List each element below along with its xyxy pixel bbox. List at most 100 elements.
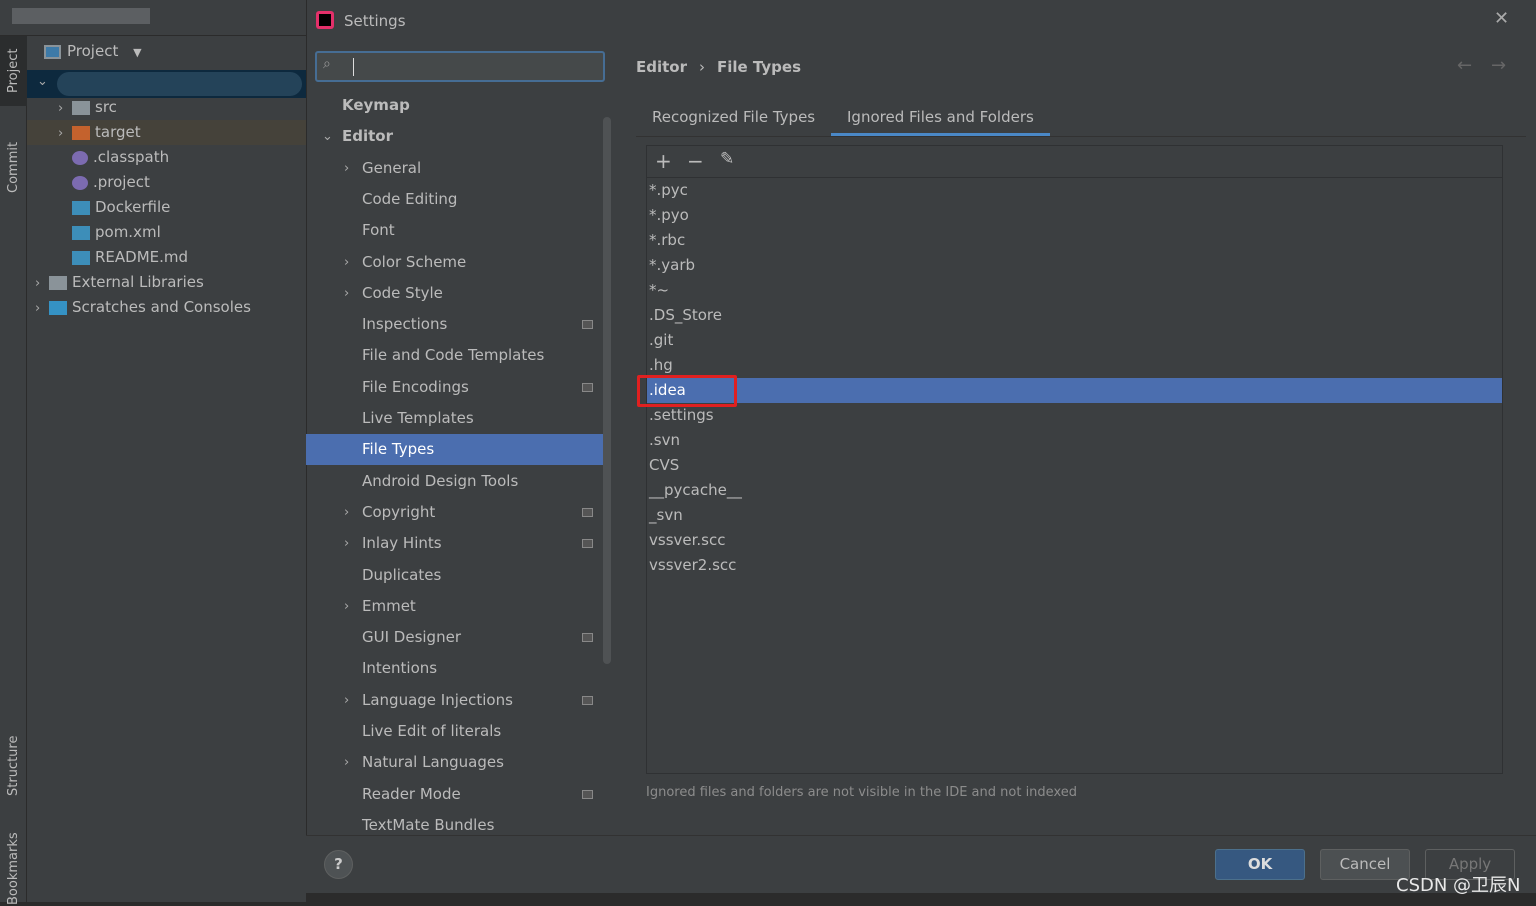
chevron-right-icon: › <box>344 536 350 552</box>
nav-item[interactable]: Duplicates <box>306 560 604 591</box>
list-item[interactable]: *.rbc <box>647 228 1502 253</box>
nav-item-label: Inspections <box>362 315 448 334</box>
nav-item[interactable]: › Language Injections <box>306 685 604 716</box>
list-item[interactable]: *.pyo <box>647 203 1502 228</box>
nav-item[interactable]: Code Editing <box>306 184 604 215</box>
add-icon[interactable]: + <box>655 149 672 173</box>
list-item[interactable]: .settings <box>647 403 1502 428</box>
nav-item-label: TextMate Bundles <box>362 815 495 834</box>
nav-item-label: Android Design Tools <box>362 471 519 490</box>
dropdown-arrow-icon: ▼ <box>133 46 142 59</box>
nav-item[interactable]: Intentions <box>306 653 604 684</box>
tool-tab-structure[interactable]: Structure <box>0 726 27 806</box>
tool-tab-bookmarks[interactable]: Bookmarks <box>0 831 27 906</box>
blurred-project-name <box>57 72 302 96</box>
nav-item-label: Copyright <box>362 502 436 521</box>
remove-icon[interactable]: − <box>687 149 704 173</box>
back-arrow-icon[interactable]: ← <box>1457 55 1472 76</box>
list-item[interactable]: _svn <box>647 503 1502 528</box>
chevron-right-icon: › <box>344 755 350 771</box>
nav-item[interactable]: Live Edit of literals <box>306 716 604 747</box>
list-item[interactable]: .git <box>647 328 1502 353</box>
tree-item[interactable]: .project <box>58 170 150 195</box>
tab-recognized-file-types[interactable]: Recognized File Types <box>636 98 831 136</box>
nav-item[interactable]: File Types <box>306 434 604 466</box>
tree-item[interactable]: .classpath <box>58 145 169 170</box>
nav-item[interactable]: › Natural Languages <box>306 747 604 778</box>
nav-item[interactable]: ⌄ Editor <box>306 121 604 152</box>
close-icon[interactable]: ✕ <box>1494 8 1509 29</box>
project-level-icon <box>582 539 593 549</box>
list-item[interactable]: .idea <box>647 378 1502 403</box>
tree-item[interactable]: › target <box>27 120 306 145</box>
forward-arrow-icon[interactable]: → <box>1491 55 1506 76</box>
project-icon <box>44 44 61 59</box>
nav-item-label: Emmet <box>362 596 416 615</box>
nav-item[interactable]: File and Code Templates <box>306 340 604 371</box>
tree-item[interactable]: Dockerfile <box>58 195 170 220</box>
nav-item-label: Live Edit of literals <box>362 722 502 740</box>
nav-item[interactable]: Android Design Tools <box>306 466 604 497</box>
list-item[interactable]: vssver.scc <box>647 528 1502 553</box>
list-item[interactable]: *~ <box>647 278 1502 303</box>
settings-search-input[interactable]: ⌕ <box>315 51 605 82</box>
breadcrumb: Editor › File Types <box>636 58 801 76</box>
project-root-row[interactable]: ⌄ <box>27 70 306 98</box>
intellij-logo-icon <box>316 11 334 29</box>
chevron-right-icon: › <box>344 285 350 301</box>
nav-item[interactable]: Live Templates <box>306 403 604 434</box>
nav-item[interactable]: GUI Designer <box>306 622 604 653</box>
nav-item[interactable]: › Emmet <box>306 591 604 622</box>
chevron-right-icon: › <box>344 504 350 520</box>
list-item[interactable]: .hg <box>647 353 1502 378</box>
nav-item-label: Color Scheme <box>362 252 467 271</box>
tree-item[interactable]: › External Libraries <box>35 270 204 295</box>
tree-item[interactable]: › src <box>58 95 117 120</box>
nav-item[interactable]: › Color Scheme <box>306 247 604 278</box>
project-view-selector[interactable]: Project ▼ <box>44 42 142 60</box>
project-header-label: Project <box>67 42 119 60</box>
tab-ignored-files-and-folders[interactable]: Ignored Files and Folders <box>831 98 1050 136</box>
chevron-right-icon: › <box>58 126 64 141</box>
nav-scrollbar[interactable] <box>603 117 611 664</box>
tree-item[interactable]: pom.xml <box>58 220 161 245</box>
list-item[interactable]: CVS <box>647 453 1502 478</box>
list-item[interactable]: .svn <box>647 428 1502 453</box>
nav-item[interactable]: TextMate Bundles <box>306 810 604 835</box>
tool-tab-commit[interactable]: Commit <box>0 132 27 202</box>
eclipse-icon <box>72 150 88 165</box>
nav-item[interactable]: › Copyright <box>306 497 604 528</box>
tool-tab-project[interactable]: Project <box>0 36 27 106</box>
tree-item-label: Dockerfile <box>95 198 171 216</box>
ok-button[interactable]: OK <box>1215 849 1305 880</box>
nav-item[interactable]: Reader Mode <box>306 779 604 810</box>
breadcrumb-editor[interactable]: Editor <box>636 58 687 76</box>
search-icon: ⌕ <box>323 56 331 72</box>
nav-item-label: Code Editing <box>362 189 458 208</box>
nav-item[interactable]: Keymap <box>306 90 604 121</box>
tree-item[interactable]: › Scratches and Consoles <box>35 295 251 320</box>
nav-item[interactable]: › Code Style <box>306 278 604 309</box>
libraries-icon <box>49 275 67 290</box>
nav-item[interactable]: File Encodings <box>306 372 604 403</box>
list-item[interactable]: .DS_Store <box>647 303 1502 328</box>
text-cursor <box>353 58 354 76</box>
nav-item[interactable]: Font <box>306 215 604 246</box>
highlight-annotation <box>637 375 737 407</box>
watermark: CSDN @卫辰N <box>1396 875 1521 896</box>
dialog-title: Settings <box>344 12 406 30</box>
edit-icon[interactable]: ✎ <box>720 149 734 169</box>
nav-item[interactable]: Inspections <box>306 309 604 340</box>
nav-item[interactable]: › General <box>306 153 604 184</box>
project-level-icon <box>582 633 593 643</box>
nav-item[interactable]: › Inlay Hints <box>306 528 604 559</box>
tree-item[interactable]: README.md <box>58 245 188 270</box>
list-item[interactable]: vssver2.scc <box>647 553 1502 578</box>
list-item[interactable]: *.pyc <box>647 178 1502 203</box>
list-item[interactable]: *.yarb <box>647 253 1502 278</box>
eclipse-icon <box>72 175 88 190</box>
chevron-down-icon: ⌄ <box>322 129 333 145</box>
help-button[interactable]: ? <box>324 850 353 879</box>
scratches-icon <box>49 300 67 315</box>
list-item[interactable]: __pycache__ <box>647 478 1502 503</box>
